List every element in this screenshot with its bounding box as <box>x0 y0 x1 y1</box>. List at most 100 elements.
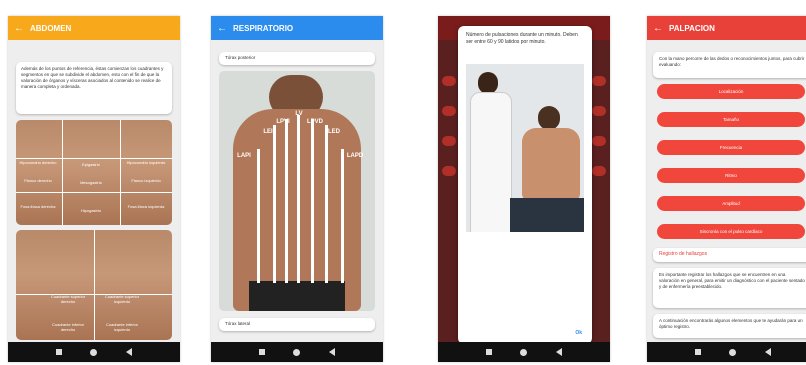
pulse-photo <box>466 64 584 232</box>
screen-respiratorio: ← RESPIRATORIO Tórax posterior LV LPVI L… <box>211 16 383 362</box>
back-arrow-icon[interactable]: ← <box>647 23 669 34</box>
pants <box>249 281 345 311</box>
recent-apps-icon[interactable] <box>259 349 266 355</box>
divider <box>94 230 95 340</box>
region-label: Hipocondrio izquierdo <box>126 160 166 165</box>
app-bar: ← PALPACION <box>647 16 806 40</box>
recent-apps-icon[interactable] <box>695 349 702 355</box>
home-icon[interactable] <box>90 348 98 356</box>
recent-apps-icon[interactable] <box>486 349 493 355</box>
line-lv <box>297 115 300 283</box>
patient-pants <box>510 198 584 232</box>
posterior-card[interactable]: Tórax posterior <box>219 52 375 65</box>
btn-frecuencia[interactable]: Frecuencia <box>657 140 805 155</box>
section-title: Registro de hallazgos <box>659 251 708 257</box>
region-label: Fosa ilíaca izquierda <box>127 204 165 209</box>
patient-torso <box>522 128 580 200</box>
divider <box>62 120 63 225</box>
dimmed-button <box>442 106 456 116</box>
nav-bar <box>8 342 180 362</box>
abdomen-image-top: Hipocondrio derecho Epigastrio Hipocondr… <box>16 120 172 225</box>
label-lv: LV <box>295 111 303 117</box>
region-label: Cuadrante superior izquierdo <box>104 294 140 304</box>
line-led <box>325 125 328 283</box>
patient-head <box>538 106 560 130</box>
doctor-head <box>478 72 498 94</box>
body-text: Es importante registrar los hallazgos qu… <box>659 272 805 289</box>
back-icon[interactable] <box>125 348 132 356</box>
doctor-coat <box>470 92 512 232</box>
region-label: Cuadrante inferior derecho <box>51 322 85 332</box>
back-arrow-icon[interactable]: ← <box>8 23 30 34</box>
dialog-text: Número de pulsaciones durante un minuto.… <box>466 32 578 45</box>
region-label: Fosa ilíaca derecha <box>20 204 56 209</box>
screen-title: RESPIRATORIO <box>233 23 294 33</box>
back-image: LV LPVI LPVD LEI LED LAPI LAPD <box>219 71 375 311</box>
line-lpvi <box>285 119 288 283</box>
btn-ritmo[interactable]: Ritmo <box>657 168 805 183</box>
label-lpvi: LPVI <box>276 119 290 125</box>
section-card: Registro de hallazgos <box>653 248 806 262</box>
region-label: Cuadrante inferior izquierdo <box>105 322 139 332</box>
body-card: Es importante registrar los hallazgos qu… <box>653 268 806 308</box>
divider <box>16 294 172 295</box>
footer-text: A continuación encontrarás algunos eleme… <box>659 318 803 329</box>
region-label: Mesogastrio <box>80 180 102 185</box>
region-label: Epigastrio <box>82 162 100 167</box>
intro-text: Además de los puntos de referencia, ésta… <box>21 66 164 89</box>
dimmed-button <box>442 166 456 176</box>
app-bar: ← ABDOMEN <box>8 16 180 40</box>
back-icon[interactable] <box>764 348 771 356</box>
label-lapi: LAPI <box>237 153 251 159</box>
divider <box>16 192 172 193</box>
pulse-dialog: Número de pulsaciones durante un minuto.… <box>458 26 592 344</box>
screen-title: PALPACION <box>669 23 715 33</box>
label-lapd: LAPD <box>346 153 364 159</box>
posterior-label: Tórax posterior <box>225 55 256 60</box>
intro-card: Con la mano percorre de las dedos o reco… <box>653 52 806 78</box>
intro-text: Con la mano percorre de las dedos o reco… <box>659 56 805 67</box>
btn-localizacion[interactable]: Localización <box>657 84 805 99</box>
label-led: LED <box>328 129 340 135</box>
dimmed-button <box>592 166 606 176</box>
dimmed-button <box>592 76 606 86</box>
recent-apps-icon[interactable] <box>56 349 63 355</box>
back-icon[interactable] <box>555 348 562 356</box>
home-icon[interactable] <box>520 348 528 356</box>
line-lapd <box>341 149 344 283</box>
nav-bar <box>211 342 383 362</box>
back-icon[interactable] <box>328 348 335 356</box>
app-bar: ← RESPIRATORIO <box>211 16 383 40</box>
dimmed-button <box>592 106 606 116</box>
label-lei: LEI <box>263 129 273 135</box>
dimmed-button <box>442 136 456 146</box>
screen-pulse-dialog: Número de pulsaciones durante un minuto.… <box>438 16 610 362</box>
line-lei <box>273 125 276 283</box>
btn-sincronia[interactable]: Sincronía con el pulso cardíaco <box>657 224 805 239</box>
lateral-card[interactable]: Tórax lateral <box>219 318 375 331</box>
region-label: Flanco derecho <box>24 178 52 183</box>
screen-abdomen: ← ABDOMEN Además de los puntos de refere… <box>8 16 180 362</box>
btn-tamano[interactable]: Tamaño <box>657 112 805 127</box>
btn-amplitud[interactable]: Amplitud <box>657 196 805 211</box>
dimmed-button <box>592 136 606 146</box>
nav-bar <box>647 342 806 362</box>
region-label: Hipogastrio <box>80 208 102 213</box>
nav-bar <box>438 342 610 362</box>
region-label: Hipocondrio derecho <box>19 160 57 165</box>
region-label: Cuadrante superior derecho <box>50 294 86 304</box>
home-icon[interactable] <box>729 348 737 356</box>
home-icon[interactable] <box>293 348 301 356</box>
divider <box>16 158 172 159</box>
footer-card: A continuación encontrarás algunos eleme… <box>653 314 806 338</box>
divider <box>120 120 121 225</box>
ok-button[interactable]: Ok <box>575 330 582 336</box>
line-lapi <box>257 149 260 283</box>
intro-card: Además de los puntos de referencia, ésta… <box>16 62 172 114</box>
back-arrow-icon[interactable]: ← <box>211 23 233 34</box>
label-lpvd: LPVD <box>306 119 323 125</box>
screen-palpacion: ← PALPACION Con la mano percorre de las … <box>647 16 806 362</box>
line-lpvd <box>311 119 314 283</box>
region-label: Flanco izquierdo <box>131 178 161 183</box>
lateral-label: Tórax lateral <box>225 321 251 326</box>
